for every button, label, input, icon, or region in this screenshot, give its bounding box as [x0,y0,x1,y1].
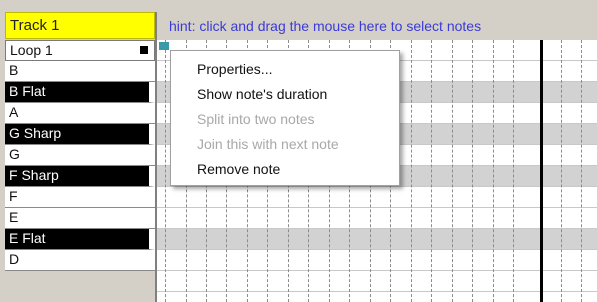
key-row-a[interactable]: A [5,103,155,124]
key-label: Loop 1 [10,42,53,58]
key-row-loop[interactable]: Loop 1 [5,40,155,61]
beat-line [165,40,166,302]
key-row-e[interactable]: E [5,208,155,229]
menu-item-show-duration[interactable]: Show note's duration [197,86,327,102]
key-column: Track 1 Loop 1 B B Flat A G Sharp G F Sh… [0,0,157,302]
key-row-g[interactable]: G [5,145,155,166]
loop-marker-icon [140,46,148,54]
note-context-menu: Properties... Show note's duration Split… [170,50,400,186]
grid-row[interactable] [157,208,597,229]
key-row-d[interactable]: D [5,250,155,271]
hint-text: hint: click and drag the mouse here to s… [169,18,482,34]
key-row-b-flat[interactable]: B Flat [5,82,155,103]
key-label: A [9,104,19,120]
key-row-g-sharp[interactable]: G Sharp [5,124,155,145]
beat-line [493,40,494,302]
key-row-f[interactable]: F [5,187,155,208]
beat-line [411,40,412,302]
key-label: D [9,251,20,267]
key-label: E Flat [9,230,46,246]
note[interactable] [159,42,169,50]
key-label: E [9,209,19,225]
bar-line [540,40,543,302]
menu-item-split-note: Split into two notes [197,111,315,127]
grid-row[interactable] [157,250,597,271]
beat-line [472,40,473,302]
menu-item-properties[interactable]: Properties... [197,61,272,77]
key-label: F [9,188,18,204]
key-row-f-sharp[interactable]: F Sharp [5,166,155,187]
piano-roll-editor: Track 1 Loop 1 B B Flat A G Sharp G F Sh… [0,0,597,302]
menu-item-remove-note[interactable]: Remove note [197,161,280,177]
key-row-b[interactable]: B [5,61,155,82]
grid-row[interactable] [157,187,597,208]
track-header[interactable]: Track 1 [5,12,155,39]
key-label: F Sharp [9,167,59,183]
beat-line [513,40,514,302]
key-label: G [9,146,20,162]
hint-bar: hint: click and drag the mouse here to s… [157,12,597,41]
key-label: B [9,62,19,78]
track-title: Track 1 [10,17,60,34]
key-row-e-flat[interactable]: E Flat [5,229,155,250]
menu-item-join-note: Join this with next note [197,136,339,152]
beat-line [431,40,432,302]
grid-row[interactable] [157,271,597,292]
key-label: G Sharp [9,125,62,141]
beat-line [581,40,582,302]
key-label: B Flat [9,83,46,99]
grid-row[interactable] [157,229,597,250]
beat-line [561,40,562,302]
beat-line [452,40,453,302]
